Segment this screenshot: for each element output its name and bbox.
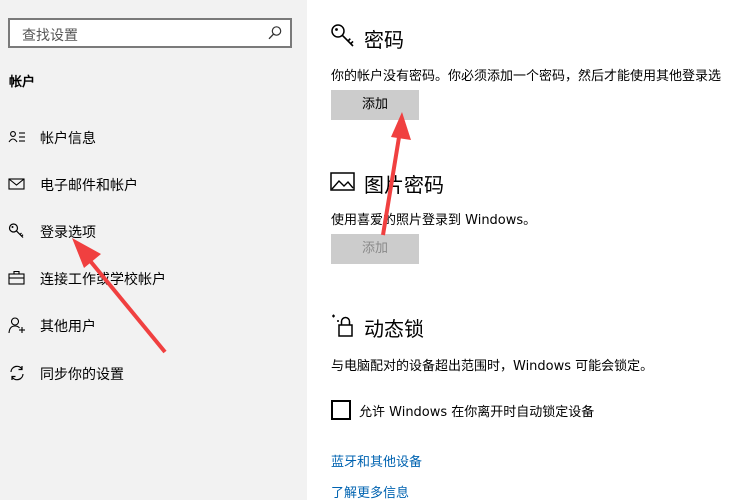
sidebar-item-other-users[interactable]: 其他用户 bbox=[0, 305, 307, 345]
password-title: 密码 bbox=[364, 28, 404, 52]
sidebar-item-sync-settings[interactable]: 同步你的设置 bbox=[0, 353, 307, 393]
briefcase-icon bbox=[8, 270, 25, 285]
password-description: 你的帐户没有密码。你必须添加一个密码，然后才能使用其他登录选 bbox=[331, 69, 722, 84]
learn-more-link[interactable]: 了解更多信息 bbox=[331, 482, 409, 501]
sidebar-item-sign-in-options[interactable]: 登录选项 bbox=[0, 211, 307, 251]
dynamic-lock-title: 动态锁 bbox=[364, 317, 424, 341]
search-icon[interactable] bbox=[266, 24, 284, 42]
sidebar-item-label: 帐户信息 bbox=[40, 131, 96, 147]
sidebar-item-email-accounts[interactable]: 电子邮件和帐户 bbox=[0, 164, 307, 204]
picture-password-title: 图片密码 bbox=[364, 173, 444, 197]
sync-icon bbox=[10, 365, 24, 381]
sidebar-item-account-info[interactable]: 帐户信息 bbox=[0, 117, 307, 157]
key-icon bbox=[8, 223, 24, 238]
add-password-button[interactable]: 添加 bbox=[331, 90, 419, 120]
person-add-icon bbox=[8, 317, 25, 334]
key-icon bbox=[331, 24, 354, 47]
settings-sidebar: 查找设置 帐户 帐户信息 电子邮件和帐户 登录选项 连接工作或学校帐户 其他用户… bbox=[0, 0, 307, 500]
sidebar-item-work-school[interactable]: 连接工作或学校帐户 bbox=[0, 258, 307, 298]
picture-password-description: 使用喜爱的照片登录到 Windows。 bbox=[331, 213, 537, 228]
sidebar-item-label: 登录选项 bbox=[40, 225, 96, 241]
section-title: 帐户 bbox=[9, 75, 36, 90]
search-input[interactable]: 查找设置 bbox=[22, 25, 78, 45]
picture-icon bbox=[330, 172, 355, 191]
person-card-icon bbox=[8, 131, 25, 143]
dynamic-lock-checkbox[interactable] bbox=[331, 400, 351, 420]
sign-in-options-content: 密码 你的帐户没有密码。你必须添加一个密码，然后才能使用其他登录选 添加 图片密… bbox=[307, 0, 736, 501]
sidebar-item-label: 连接工作或学校帐户 bbox=[40, 272, 166, 288]
dynamic-lock-icon bbox=[332, 314, 353, 337]
bluetooth-link[interactable]: 蓝牙和其他设备 bbox=[331, 451, 422, 470]
dynamic-lock-description: 与电脑配对的设备超出范围时，Windows 可能会锁定。 bbox=[331, 359, 654, 374]
sidebar-item-label: 同步你的设置 bbox=[40, 367, 124, 383]
sidebar-item-label: 电子邮件和帐户 bbox=[40, 178, 138, 194]
add-picture-password-button[interactable]: 添加 bbox=[331, 234, 419, 264]
search-box[interactable]: 查找设置 bbox=[8, 18, 292, 48]
mail-icon bbox=[8, 178, 25, 190]
sidebar-item-label: 其他用户 bbox=[40, 319, 96, 335]
dynamic-lock-checkbox-label[interactable]: 允许 Windows 在你离开时自动锁定设备 bbox=[359, 401, 594, 420]
